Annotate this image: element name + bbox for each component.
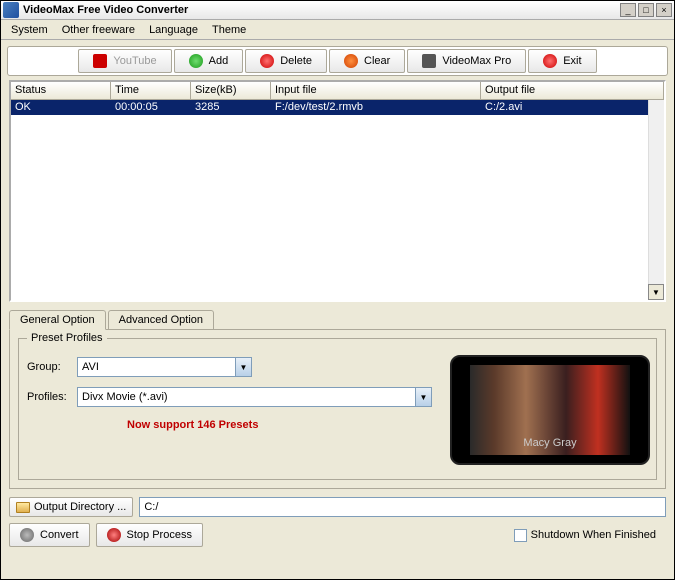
list-body[interactable]: OK 00:00:05 3285 F:/dev/test/2.rmvb C:/2… (11, 100, 664, 300)
header-size[interactable]: Size(kB) (191, 82, 271, 100)
output-directory-row: Output Directory ... C:/ (9, 497, 666, 517)
chevron-down-icon[interactable]: ▼ (415, 388, 431, 406)
gear-icon (20, 528, 34, 542)
table-row[interactable]: OK 00:00:05 3285 F:/dev/test/2.rmvb C:/2… (11, 100, 664, 115)
window-title: VideoMax Free Video Converter (23, 4, 620, 16)
profiles-value: Divx Movie (*.avi) (78, 391, 415, 403)
maximize-button[interactable]: □ (638, 3, 654, 17)
tab-panel: Preset Profiles Group: AVI ▼ Profiles: D… (9, 329, 666, 489)
youtube-icon (93, 54, 107, 68)
shutdown-label: Shutdown When Finished (531, 529, 656, 541)
youtube-button[interactable]: YouTube (78, 49, 171, 73)
device-preview: Macy Gray (450, 355, 650, 465)
stop-icon (107, 528, 121, 542)
cell-status: OK (11, 100, 111, 115)
cell-output: C:/2.avi (481, 100, 664, 115)
toolbar-container: YouTube Add Delete Clear VideoMax Pro Ex… (1, 40, 674, 80)
delete-label: Delete (280, 55, 312, 67)
header-input[interactable]: Input file (271, 82, 481, 100)
exit-icon (543, 54, 557, 68)
toolbar: YouTube Add Delete Clear VideoMax Pro Ex… (7, 46, 668, 76)
header-status[interactable]: Status (11, 82, 111, 100)
add-button[interactable]: Add (174, 49, 244, 73)
scroll-down-button[interactable]: ▼ (648, 284, 664, 300)
delete-button[interactable]: Delete (245, 49, 327, 73)
convert-label: Convert (40, 529, 79, 541)
device-caption: Macy Gray (523, 437, 576, 449)
shutdown-option: Shutdown When Finished (514, 529, 656, 542)
group-dropdown[interactable]: AVI ▼ (77, 357, 252, 377)
output-directory-input[interactable]: C:/ (139, 497, 666, 517)
titlebar: VideoMax Free Video Converter _ □ × (1, 1, 674, 20)
stop-button[interactable]: Stop Process (96, 523, 203, 547)
dollar-icon (422, 54, 436, 68)
add-label: Add (209, 55, 229, 67)
chevron-down-icon[interactable]: ▼ (235, 358, 251, 376)
profiles-dropdown[interactable]: Divx Movie (*.avi) ▼ (77, 387, 432, 407)
shutdown-checkbox[interactable] (514, 529, 527, 542)
action-row: Convert Stop Process Shutdown When Finis… (9, 523, 666, 547)
preset-legend: Preset Profiles (27, 332, 107, 344)
option-tabs: General Option Advanced Option (9, 310, 666, 329)
device-screen: Macy Gray (470, 365, 630, 455)
stop-label: Stop Process (127, 529, 192, 541)
profiles-label: Profiles: (27, 391, 77, 403)
scrollbar[interactable] (648, 100, 664, 300)
group-value: AVI (78, 361, 235, 373)
app-icon (3, 2, 19, 18)
clear-label: Clear (364, 55, 390, 67)
tab-advanced[interactable]: Advanced Option (108, 310, 214, 329)
group-label: Group: (27, 361, 77, 373)
close-button[interactable]: × (656, 3, 672, 17)
menu-other-freeware[interactable]: Other freeware (56, 22, 141, 38)
youtube-label: YouTube (113, 55, 156, 67)
minimize-button[interactable]: _ (620, 3, 636, 17)
cell-time: 00:00:05 (111, 100, 191, 115)
header-output[interactable]: Output file (481, 82, 664, 100)
cell-input: F:/dev/test/2.rmvb (271, 100, 481, 115)
file-list: Status Time Size(kB) Input file Output f… (9, 80, 666, 302)
folder-icon (16, 502, 30, 513)
exit-button[interactable]: Exit (528, 49, 596, 73)
output-directory-button[interactable]: Output Directory ... (9, 497, 133, 517)
delete-icon (260, 54, 274, 68)
pro-button[interactable]: VideoMax Pro (407, 49, 526, 73)
menubar: System Other freeware Language Theme (1, 20, 674, 40)
output-directory-label: Output Directory ... (34, 501, 126, 513)
clear-button[interactable]: Clear (329, 49, 405, 73)
window-controls: _ □ × (620, 3, 672, 17)
preset-profiles-group: Preset Profiles Group: AVI ▼ Profiles: D… (18, 338, 657, 480)
exit-label: Exit (563, 55, 581, 67)
menu-language[interactable]: Language (143, 22, 204, 38)
menu-system[interactable]: System (5, 22, 54, 38)
convert-button[interactable]: Convert (9, 523, 90, 547)
add-icon (189, 54, 203, 68)
tab-general[interactable]: General Option (9, 310, 106, 330)
cell-size: 3285 (191, 100, 271, 115)
menu-theme[interactable]: Theme (206, 22, 252, 38)
header-time[interactable]: Time (111, 82, 191, 100)
list-header: Status Time Size(kB) Input file Output f… (11, 82, 664, 100)
pro-label: VideoMax Pro (442, 55, 511, 67)
app-window: VideoMax Free Video Converter _ □ × Syst… (0, 0, 675, 580)
clear-icon (344, 54, 358, 68)
